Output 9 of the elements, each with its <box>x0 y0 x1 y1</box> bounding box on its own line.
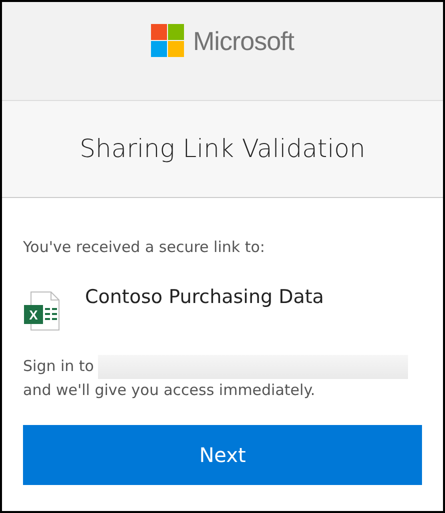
sign-in-prefix: Sign in to <box>23 356 94 378</box>
brand-name: Microsoft <box>193 25 294 58</box>
four-squares-logo-icon <box>151 24 186 58</box>
message-text: You've received a secure link to: <box>23 237 266 258</box>
icon-letter: X <box>29 307 38 322</box>
sign-in-text: and we'll give you access immediately. <box>23 380 316 400</box>
page-title: Sharing Link Validation <box>80 133 366 166</box>
next-button[interactable]: Next <box>23 425 422 485</box>
file-name: Contoso Purchasing Data <box>85 284 324 310</box>
